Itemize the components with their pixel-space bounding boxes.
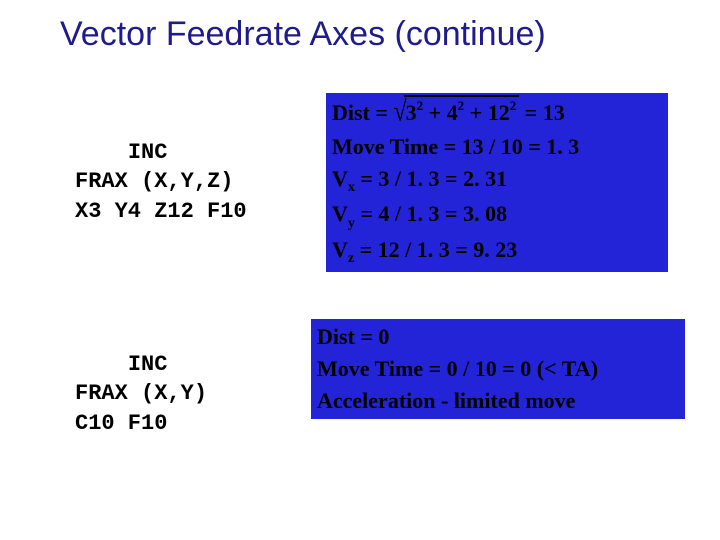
slide: Vector Feedrate Axes (continue) INC FRAX… — [0, 0, 720, 540]
math-line-vx: Vx = 3 / 1. 3 = 2. 31 — [332, 163, 662, 199]
plus-icon: + — [429, 100, 447, 125]
v-label: V — [332, 201, 348, 226]
code-block-2: INC FRAX (X,Y) C10 F10 — [75, 320, 207, 468]
math-line-vy: Vy = 4 / 1. 3 = 3. 08 — [332, 198, 662, 234]
slide-title: Vector Feedrate Axes (continue) — [60, 15, 680, 54]
plus-icon: + — [470, 100, 488, 125]
code-line: FRAX (X,Y) — [75, 381, 207, 406]
code-block-1: INC FRAX (X,Y,Z) X3 Y4 Z12 F10 — [75, 108, 247, 256]
v-label: V — [332, 237, 348, 262]
math-line-movetime: Move Time = 13 / 10 = 1. 3 — [332, 131, 662, 163]
v-sub: x — [348, 180, 355, 195]
math-block-2: Dist = 0 Move Time = 0 / 10 = 0 (< TA) A… — [310, 318, 686, 420]
exp: 2 — [458, 98, 465, 113]
exp: 2 — [510, 98, 517, 113]
v-rest: = 4 / 1. 3 = 3. 08 — [355, 201, 507, 226]
v-sub: z — [348, 251, 354, 266]
math-line-movetime0: Move Time = 0 / 10 = 0 (< TA) — [317, 353, 679, 385]
dist-label: Dist = — [332, 100, 393, 125]
dist-result: = 13 — [519, 100, 565, 125]
math-line-vz: Vz = 12 / 1. 3 = 9. 23 — [332, 234, 662, 270]
val: 4 — [447, 100, 458, 125]
math-line-dist0: Dist = 0 — [317, 321, 679, 353]
sqrt-body: 32 + 42 + 122 — [404, 95, 520, 129]
code-line: INC — [128, 352, 168, 377]
v-rest: = 12 / 1. 3 = 9. 23 — [354, 237, 517, 262]
math-line-dist: Dist = √ 32 + 42 + 122 = 13 — [332, 95, 662, 131]
exp: 2 — [417, 98, 424, 113]
math-block-1: Dist = √ 32 + 42 + 122 = 13 Move Time = … — [325, 92, 669, 273]
code-line: X3 Y4 Z12 F10 — [75, 199, 247, 224]
v-label: V — [332, 166, 348, 191]
v-sub: y — [348, 216, 355, 231]
code-line: INC — [128, 140, 168, 165]
code-line: C10 F10 — [75, 411, 167, 436]
val: 3 — [406, 100, 417, 125]
val: 12 — [488, 100, 510, 125]
math-line-accel: Acceleration - limited move — [317, 385, 679, 417]
v-rest: = 3 / 1. 3 = 2. 31 — [355, 166, 507, 191]
code-line: FRAX (X,Y,Z) — [75, 169, 233, 194]
